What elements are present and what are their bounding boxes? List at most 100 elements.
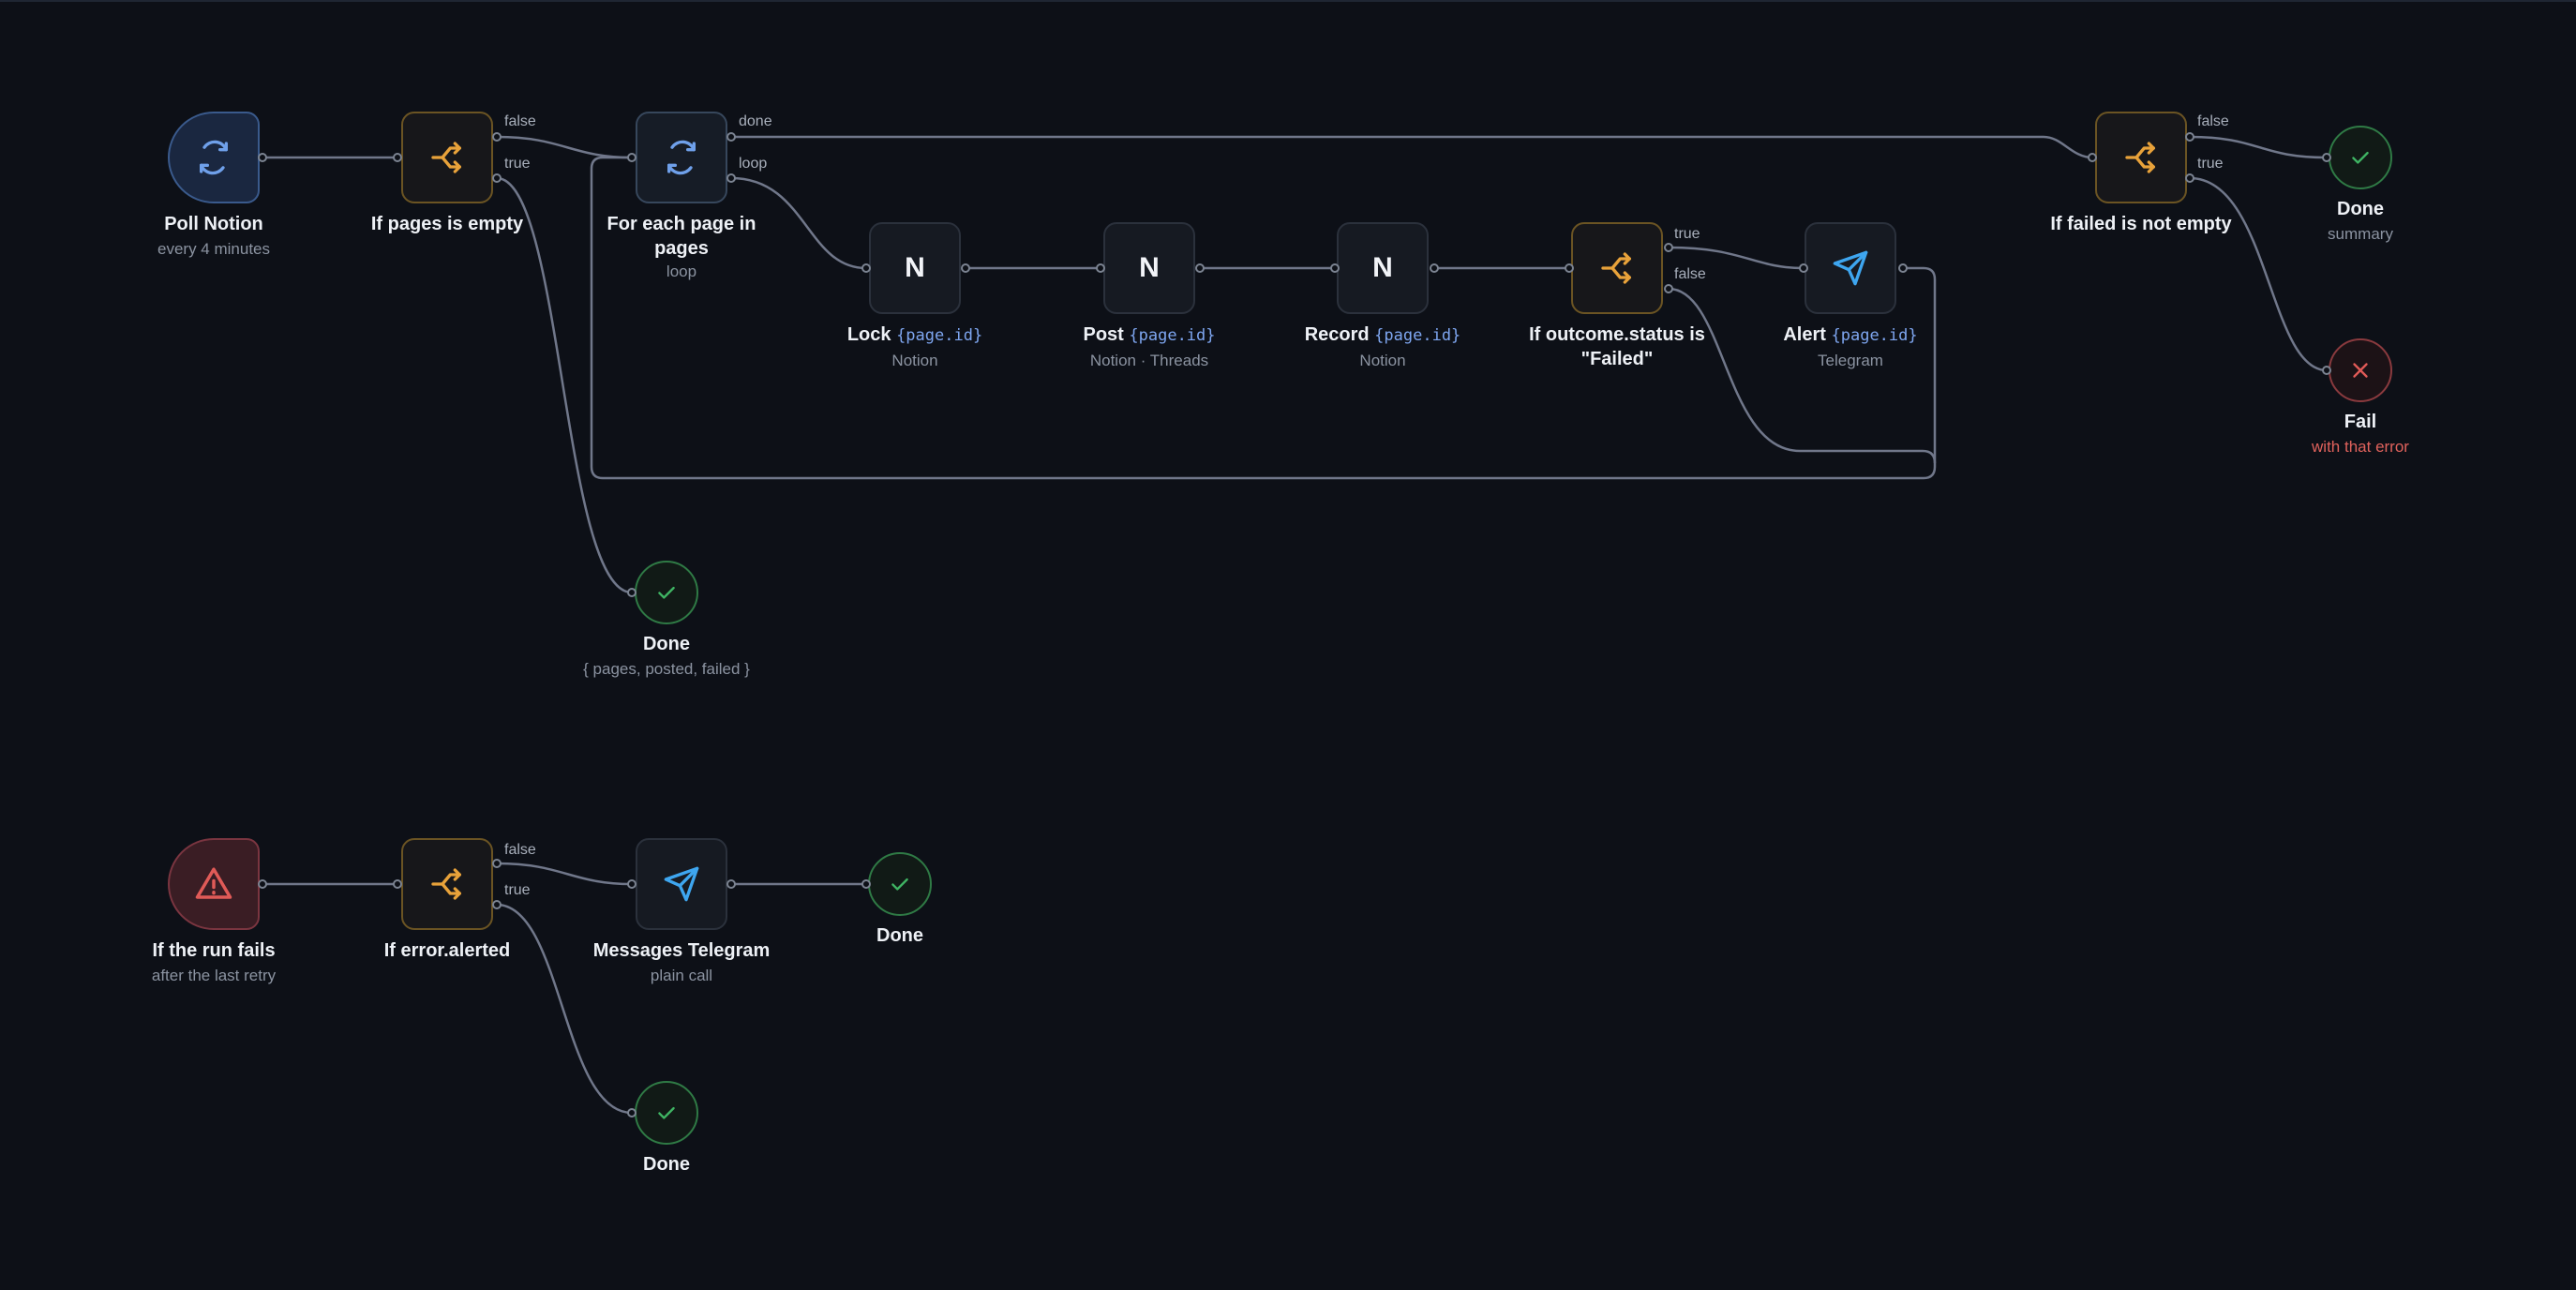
node-subtitle: after the last retry [151, 967, 277, 984]
wire-outcome-true [1668, 246, 1805, 270]
output-port-true[interactable] [492, 900, 502, 909]
connections-layer [264, 135, 2328, 1115]
output-port-true[interactable] [1664, 243, 1673, 252]
branch-icon [431, 868, 461, 900]
node-subtitle: every 4 minutes [157, 240, 270, 258]
if-error-alerted-node[interactable] [401, 838, 493, 930]
output-port-false[interactable] [2185, 132, 2194, 142]
poll-notion-node[interactable] [168, 112, 260, 203]
check-icon [658, 1106, 675, 1119]
record-node[interactable]: N [1337, 222, 1429, 314]
fail-node[interactable] [2329, 338, 2392, 402]
refresh-icon [200, 140, 228, 175]
output-port[interactable] [258, 879, 267, 889]
done-pages-node[interactable] [635, 561, 698, 624]
output-port-loop[interactable] [726, 173, 736, 183]
done-telegram-node[interactable] [868, 852, 932, 916]
output-port[interactable] [1898, 263, 1908, 273]
output-port-false[interactable] [1664, 284, 1673, 293]
node-title: If error.alerted [383, 940, 511, 961]
done-summary-label: Done summary [2328, 197, 2393, 246]
output-port-true[interactable] [492, 173, 502, 183]
if-outcome-status-label: If outcome.status is "Failed" [1529, 322, 1705, 371]
done-pages-label: Done { pages, posted, failed } [583, 632, 750, 681]
if-outcome-status-node[interactable] [1571, 222, 1663, 314]
node-subtitle: loop [666, 262, 697, 280]
edge-label-true: true [504, 882, 531, 898]
input-port[interactable] [393, 879, 402, 889]
wire-ifempty-false [496, 135, 633, 159]
for-each-page-node[interactable] [636, 112, 727, 203]
node-title-line2: "Failed" [1580, 349, 1654, 369]
done-telegram-label: Done [876, 923, 923, 948]
if-pages-empty-label: If pages is empty [371, 212, 523, 236]
done-summary-node[interactable] [2329, 126, 2392, 189]
node-title: Poll Notion [164, 214, 263, 234]
node-title: Done [876, 925, 923, 946]
node-subtitle: Notion · Threads [1089, 352, 1209, 369]
post-label: Post {page.id} Notion · Threads [1083, 322, 1215, 372]
input-port[interactable] [1096, 263, 1105, 273]
branch-icon [431, 142, 461, 173]
wire-failed-false [2189, 135, 2328, 159]
output-port[interactable] [1430, 263, 1439, 273]
alert-node[interactable] [1805, 222, 1896, 314]
edge-label-false: false [504, 113, 536, 129]
output-port[interactable] [258, 153, 267, 162]
node-title-line1: If outcome.status is [1529, 324, 1705, 345]
input-port[interactable] [861, 263, 871, 273]
edge-label-false: false [504, 842, 536, 858]
run-fails-label: If the run fails after the last retry [152, 938, 276, 987]
node-param: {page.id} [1374, 326, 1461, 345]
for-each-page-label: For each page in pages loop [607, 212, 756, 283]
input-port[interactable] [1799, 263, 1808, 273]
wire-foreach-done [731, 135, 2093, 159]
input-port[interactable] [627, 1108, 637, 1118]
edge-label-true: true [504, 156, 531, 172]
branch-icon [1601, 252, 1631, 284]
telegram-icon [664, 866, 699, 902]
output-port-false[interactable] [492, 132, 502, 142]
node-title: Fail [2344, 412, 2377, 432]
if-failed-not-empty-node[interactable] [2095, 112, 2187, 203]
output-port[interactable] [1195, 263, 1205, 273]
done-alerted-label: Done [643, 1152, 690, 1177]
node-title-line1: For each page in [607, 214, 756, 234]
input-port[interactable] [627, 879, 637, 889]
branch-icon [2125, 142, 2155, 173]
output-port[interactable] [961, 263, 970, 273]
node-title: If failed is not empty [2050, 214, 2232, 234]
done-alerted-node[interactable] [635, 1081, 698, 1145]
output-port[interactable] [726, 879, 736, 889]
input-port[interactable] [861, 879, 871, 889]
input-port[interactable] [393, 153, 402, 162]
messages-telegram-label: Messages Telegram plain call [593, 938, 771, 987]
if-pages-empty-node[interactable] [401, 112, 493, 203]
record-label: Record {page.id} Notion [1305, 322, 1461, 372]
lock-node[interactable]: N [869, 222, 961, 314]
input-port[interactable] [627, 588, 637, 597]
check-icon [658, 586, 675, 599]
run-fails-trigger-node[interactable] [168, 838, 260, 930]
input-port[interactable] [627, 153, 637, 162]
alert-label: Alert {page.id} Telegram [1783, 322, 1917, 372]
edge-label-loop: loop [739, 156, 768, 172]
input-port[interactable] [2088, 153, 2097, 162]
node-title-line2: pages [654, 238, 709, 259]
input-port[interactable] [1330, 263, 1340, 273]
node-title: Lock [846, 324, 891, 345]
edge-label-true: true [1674, 226, 1700, 242]
node-title: Post [1083, 324, 1124, 345]
output-port-false[interactable] [492, 859, 502, 868]
post-node[interactable]: N [1103, 222, 1195, 314]
output-port-true[interactable] [2185, 173, 2194, 183]
messages-telegram-node[interactable] [636, 838, 727, 930]
output-port-done[interactable] [726, 132, 736, 142]
edge-label-false: false [1674, 266, 1706, 282]
input-port[interactable] [2322, 153, 2331, 162]
node-subtitle: Notion [891, 352, 938, 369]
input-port[interactable] [2322, 366, 2331, 375]
wire-alerted-true [496, 903, 633, 1115]
node-title: Record [1304, 324, 1370, 345]
input-port[interactable] [1565, 263, 1574, 273]
